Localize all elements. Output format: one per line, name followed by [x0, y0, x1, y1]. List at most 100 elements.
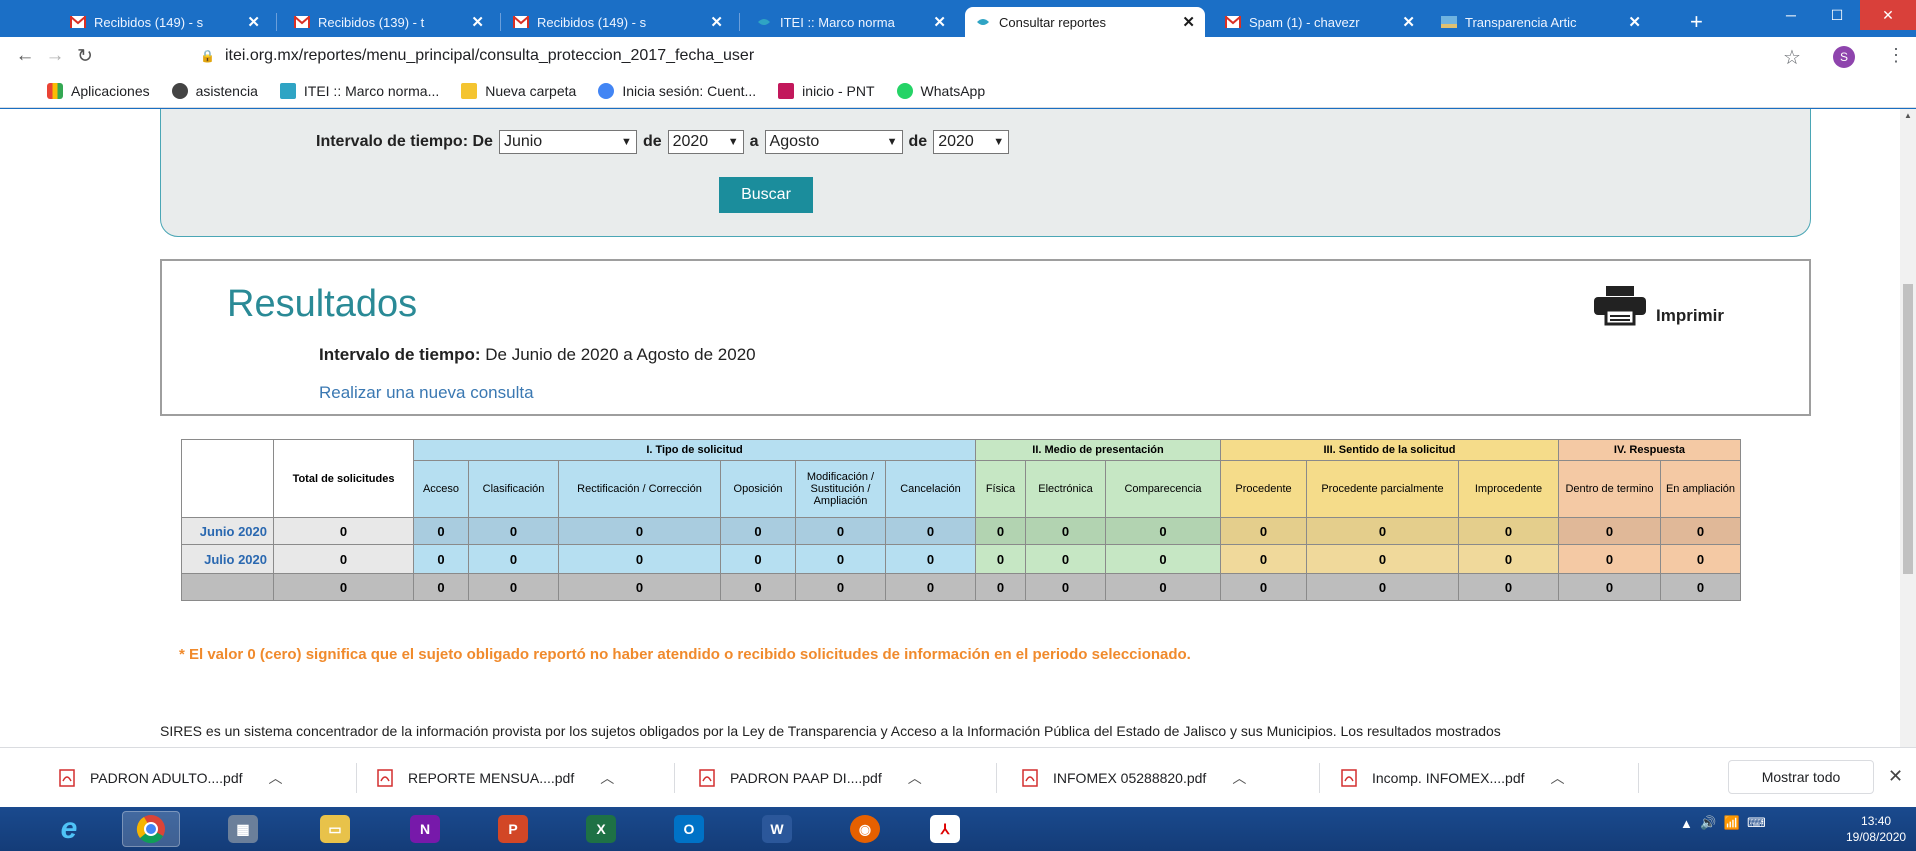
keyboard-icon[interactable]: ⌨	[1747, 815, 1766, 831]
firefox-icon[interactable]: ◉	[836, 811, 894, 847]
powerpoint-icon[interactable]: P	[484, 811, 542, 847]
tray-chevron-icon[interactable]: ▲	[1680, 816, 1693, 831]
gmail-icon	[1225, 16, 1241, 28]
browser-tab[interactable]: Transparencia Artic ✕	[1431, 7, 1651, 37]
table-cell: 0	[975, 544, 1026, 574]
year-to-select[interactable]: 2020 ▼	[933, 130, 1010, 154]
table-cell: 0	[1458, 573, 1559, 601]
file-explorer-icon[interactable]: ▭	[306, 811, 364, 847]
close-downloads-icon[interactable]: ✕	[1888, 766, 1903, 787]
calculator-icon[interactable]: ▦	[214, 811, 272, 847]
chevron-up-icon[interactable]: ︿	[600, 768, 614, 788]
month-from-select[interactable]: Junio ▼	[498, 130, 637, 154]
browser-tab[interactable]: Recibidos (149) - s ✕	[503, 7, 733, 37]
search-button[interactable]: Buscar	[719, 177, 813, 213]
page-content: Intervalo de tiempo: De Junio ▼ de 2020 ▼ …	[0, 109, 1900, 747]
group-respuesta: IV. Respuesta	[1558, 439, 1741, 461]
chevron-up-icon[interactable]: ︿	[908, 768, 922, 788]
chevron-up-icon[interactable]: ︿	[1551, 768, 1565, 788]
close-icon[interactable]: ✕	[1628, 13, 1641, 31]
table-cell: 0	[1558, 544, 1661, 574]
chevron-up-icon[interactable]: ︿	[269, 768, 283, 788]
download-item[interactable]: PADRON ADULTO....pdf ︿	[58, 748, 283, 808]
maximize-button[interactable]: ☐	[1814, 0, 1860, 30]
download-item[interactable]: Incomp. INFOMEX....pdf ︿	[1340, 748, 1565, 808]
table-cell: 0	[795, 544, 886, 574]
chrome-icon[interactable]	[122, 811, 180, 847]
bookmark-item[interactable]: inicio - PNT	[778, 83, 875, 99]
new-query-link[interactable]: Realizar una nueva consulta	[319, 383, 534, 403]
filter-row: Intervalo de tiempo: De Junio ▼ de 2020 ▼ …	[316, 130, 1015, 154]
show-all-downloads-button[interactable]: Mostrar todo	[1728, 760, 1874, 794]
profile-avatar[interactable]: S	[1833, 46, 1855, 68]
scrollbar-thumb[interactable]	[1903, 284, 1913, 574]
pdf-file-icon	[376, 769, 394, 787]
print-label: Imprimir	[1656, 306, 1725, 325]
minimize-button[interactable]: ─	[1768, 0, 1814, 30]
outlook-icon[interactable]: O	[660, 811, 718, 847]
clock[interactable]: 13:40 19/08/2020	[1846, 813, 1906, 845]
volume-icon[interactable]: 🔊	[1700, 815, 1716, 831]
acrobat-icon[interactable]: ⅄	[916, 811, 974, 847]
table-cell: 0	[1220, 517, 1307, 545]
onenote-icon[interactable]: N	[396, 811, 454, 847]
chevron-up-icon[interactable]: ︿	[1232, 768, 1246, 788]
bookmark-item[interactable]: ITEI :: Marco norma...	[279, 83, 439, 99]
browser-tab[interactable]: Spam (1) - chavezr ✕	[1215, 7, 1425, 37]
reload-icon[interactable]: ↻	[70, 45, 100, 68]
itei-icon	[975, 16, 991, 28]
tab-separator	[739, 13, 740, 31]
browser-tab[interactable]: Recibidos (139) - t ✕	[284, 7, 494, 37]
column-header: Procedente parcialmente	[1306, 460, 1459, 518]
table-cell: 0	[1306, 517, 1459, 545]
bookmark-item[interactable]: Nueva carpeta	[461, 83, 576, 99]
bookmark-item[interactable]: Aplicaciones	[47, 83, 150, 99]
excel-icon[interactable]: X	[572, 811, 630, 847]
table-row: Junio 2020 0 0 0 0 0 0 0 0 0 0 0 0 0 0 0	[181, 517, 1741, 545]
browser-tab[interactable]: Recibidos (149) - s ✕	[60, 7, 270, 37]
download-item[interactable]: PADRON PAAP DI....pdf ︿	[698, 748, 922, 808]
close-icon[interactable]: ✕	[1402, 13, 1415, 31]
download-filename: REPORTE MENSUA....pdf	[408, 770, 575, 786]
bookmark-item[interactable]: asistencia	[171, 83, 258, 99]
bookmark-star-icon[interactable]: ☆	[1783, 45, 1801, 70]
table-cell: 0	[795, 517, 886, 545]
year-from-select[interactable]: 2020 ▼	[667, 130, 744, 154]
forward-icon[interactable]: →	[40, 45, 70, 67]
column-header: Electrónica	[1025, 460, 1106, 518]
network-icon[interactable]: 📶	[1724, 815, 1740, 831]
bookmark-item[interactable]: WhatsApp	[896, 83, 985, 99]
new-tab-button[interactable]: +	[1690, 11, 1703, 33]
close-icon[interactable]: ✕	[710, 13, 723, 31]
word-icon[interactable]: W	[748, 811, 806, 847]
back-icon[interactable]: ←	[10, 45, 40, 67]
group-tipo: I. Tipo de solicitud	[413, 439, 976, 461]
close-icon[interactable]: ✕	[471, 13, 484, 31]
page-scrollbar[interactable]: ▲	[1900, 109, 1916, 747]
row-label: Junio 2020	[181, 517, 274, 545]
close-icon[interactable]: ✕	[1182, 13, 1195, 31]
close-icon[interactable]: ✕	[933, 13, 946, 31]
close-icon[interactable]: ✕	[247, 13, 260, 31]
download-separator	[1638, 763, 1639, 793]
download-item[interactable]: INFOMEX 05288820.pdf ︿	[1021, 748, 1246, 808]
month-to-select[interactable]: Agosto ▼	[764, 130, 903, 154]
ie-icon[interactable]: e	[40, 811, 98, 847]
menu-kebab-icon[interactable]: ⋮	[1887, 45, 1905, 66]
tab-separator	[276, 13, 277, 31]
address-bar[interactable]: 🔒 itei.org.mx/reportes/menu_principal/co…	[200, 42, 1790, 70]
bookmark-label: Inicia sesión: Cuent...	[622, 83, 757, 99]
table-cell: 0	[720, 544, 796, 574]
tab-title: Recibidos (149) - s	[537, 14, 647, 30]
print-button[interactable]: Imprimir	[1592, 286, 1724, 326]
table-cell: 0	[720, 517, 796, 545]
browser-tab[interactable]: Consultar reportes ✕	[965, 7, 1205, 37]
window-close-button[interactable]: ✕	[1860, 0, 1916, 30]
whatsapp-icon	[896, 83, 913, 99]
scroll-up-icon[interactable]: ▲	[1900, 111, 1916, 120]
bookmark-item[interactable]: Inicia sesión: Cuent...	[598, 83, 756, 99]
bookmarks-bar: Aplicaciones asistencia ITEI :: Marco norm…	[0, 75, 1916, 108]
browser-tab[interactable]: ITEI :: Marco norma ✕	[746, 7, 956, 37]
download-item[interactable]: REPORTE MENSUA....pdf ︿	[376, 748, 614, 808]
gmail-icon	[70, 16, 86, 28]
